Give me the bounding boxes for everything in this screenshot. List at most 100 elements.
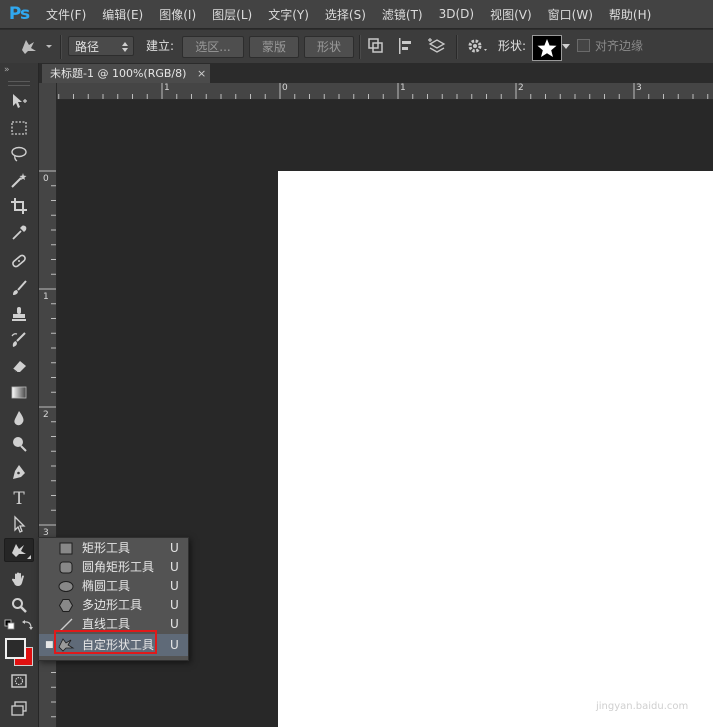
flyout-item-ellipse[interactable]: 椭圆工具 U — [39, 577, 188, 596]
path-operations-button[interactable] — [366, 36, 386, 56]
quick-selection-tool[interactable] — [4, 168, 34, 192]
path-selection-tool[interactable] — [4, 512, 34, 536]
toolbox-collapse-icon[interactable]: » — [4, 65, 9, 75]
flyout-item-shortcut: U — [170, 598, 179, 612]
build-label: 建立: — [146, 39, 175, 53]
water-drop-icon — [14, 411, 24, 426]
geometry-options-button[interactable] — [465, 36, 491, 56]
mode-select[interactable]: 路径 — [68, 36, 134, 56]
path-alignment-icon — [399, 38, 411, 54]
menu-window[interactable]: 窗口(W) — [540, 6, 601, 23]
corner-triangle-icon — [27, 555, 31, 559]
zoom-tool[interactable] — [4, 593, 34, 617]
align-edges-label: 对齐边缘 — [595, 39, 644, 53]
ruler-h-label: 3 — [636, 83, 642, 93]
healing-brush-tool[interactable] — [4, 249, 34, 273]
flyout-item-polygon[interactable]: 多边形工具 U — [39, 596, 188, 615]
color-defaults-row — [4, 619, 34, 633]
magnifier-icon — [12, 598, 27, 613]
star-icon — [537, 39, 557, 57]
selection-button[interactable]: 选区... — [182, 36, 244, 58]
custom-shape-icon — [12, 544, 26, 557]
type-tool[interactable]: T — [4, 487, 34, 511]
mask-button[interactable]: 蒙版 — [249, 36, 299, 58]
screen-mode-button[interactable] — [4, 697, 34, 721]
toolbox-grip[interactable] — [8, 81, 30, 86]
eraser-tool[interactable] — [4, 354, 34, 378]
lasso-tool[interactable] — [4, 142, 34, 166]
options-bar: 路径 建立: 选区... 蒙版 形状 形状: 对齐边缘 — [0, 29, 713, 64]
menu-layer[interactable]: 图层(L) — [204, 6, 260, 23]
horizontal-ruler-ticks — [58, 83, 709, 99]
path-alignment-button[interactable] — [396, 36, 416, 56]
magic-wand-icon — [11, 173, 27, 188]
stamp-icon — [12, 307, 26, 321]
crop-icon — [11, 198, 27, 214]
document-canvas[interactable] — [278, 171, 713, 727]
flyout-item-shortcut: U — [170, 579, 179, 593]
blur-tool[interactable] — [4, 406, 34, 430]
pen-tool[interactable] — [4, 460, 34, 484]
swap-colors-icon[interactable] — [22, 619, 34, 631]
path-arrangement-button[interactable] — [426, 36, 448, 56]
pen-icon — [13, 465, 25, 479]
flyout-item-label: 椭圆工具 — [82, 579, 131, 593]
dodge-tool[interactable] — [4, 432, 34, 456]
dodge-icon — [13, 437, 27, 452]
shape-label: 形状: — [498, 39, 527, 53]
shape-button[interactable]: 形状 — [304, 36, 354, 58]
marquee-tool[interactable] — [4, 116, 34, 140]
eraser-icon — [12, 361, 26, 373]
flyout-item-shortcut: U — [170, 638, 179, 652]
mode-value: 路径 — [75, 40, 100, 54]
baidu-watermark: Bai du 经验 — [546, 654, 709, 684]
menu-image[interactable]: 图像(I) — [151, 6, 204, 23]
flyout-item-label: 多边形工具 — [82, 598, 143, 612]
gradient-icon — [11, 386, 27, 399]
photoshop-logo: Ps — [8, 4, 30, 24]
menu-edit[interactable]: 编辑(E) — [94, 6, 151, 23]
menu-help[interactable]: 帮助(H) — [601, 6, 659, 23]
hand-tool[interactable] — [4, 567, 34, 591]
menu-select[interactable]: 选择(S) — [317, 6, 374, 23]
flyout-item-rectangle[interactable]: 矩形工具 U — [39, 539, 188, 558]
toolbox: » T — [0, 63, 39, 727]
close-tab-icon[interactable]: × — [197, 64, 206, 83]
foreground-color-swatch[interactable] — [5, 638, 26, 659]
watermark-url: jingyan.baidu.com — [596, 701, 689, 712]
polygon-icon — [58, 599, 74, 612]
screen-mode-icon — [11, 701, 27, 716]
flyout-item-label: 矩形工具 — [82, 541, 131, 555]
menu-type[interactable]: 文字(Y) — [260, 6, 317, 23]
rectangular-marquee-icon — [11, 121, 27, 135]
menu-view[interactable]: 视图(V) — [482, 6, 540, 23]
quick-mask-button[interactable] — [4, 669, 34, 693]
menu-bar: Ps 文件(F) 编辑(E) 图像(I) 图层(L) 文字(Y) 选择(S) 滤… — [0, 0, 713, 28]
eyedropper-icon — [12, 225, 27, 240]
flyout-item-shortcut: U — [170, 560, 179, 574]
menu-filter[interactable]: 滤镜(T) — [374, 6, 431, 23]
path-operations-icon — [368, 38, 383, 53]
horizontal-ruler[interactable]: 1 0 1 2 3 — [57, 83, 713, 100]
arrow-pointer-icon — [14, 515, 26, 533]
ruler-h-label: 2 — [518, 83, 524, 93]
history-brush-tool[interactable] — [4, 328, 34, 352]
move-tool[interactable] — [4, 89, 34, 113]
ruler-h-label: 0 — [282, 83, 288, 93]
crop-tool[interactable] — [4, 194, 34, 218]
default-colors-icon[interactable] — [4, 619, 16, 631]
brush-tool[interactable] — [4, 276, 34, 300]
select-arrows-icon — [122, 42, 128, 52]
menu-file[interactable]: 文件(F) — [38, 6, 94, 23]
eyedropper-tool[interactable] — [4, 221, 34, 245]
document-tab[interactable]: 未标题-1 @ 100%(RGB/8) × — [42, 64, 210, 83]
selected-indicator-icon: ■ — [45, 640, 54, 650]
tool-preset-picker[interactable] — [18, 36, 58, 56]
shape-picker[interactable] — [532, 35, 570, 61]
menu-3d[interactable]: 3D(D) — [431, 7, 482, 21]
custom-shape-tool[interactable] — [4, 538, 34, 562]
align-edges-checkbox[interactable] — [577, 36, 590, 56]
gradient-tool[interactable] — [4, 380, 34, 404]
clone-stamp-tool[interactable] — [4, 302, 34, 326]
flyout-item-rounded-rectangle[interactable]: 圆角矩形工具 U — [39, 558, 188, 577]
